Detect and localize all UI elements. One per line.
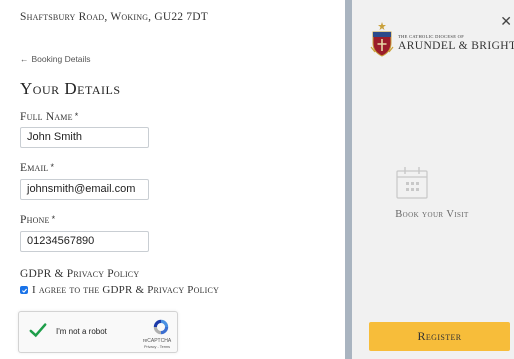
recaptcha-widget[interactable]: I'm not a robot reCAPTCHA Privacy - Term… <box>18 311 178 353</box>
phone-label: Phone * <box>20 214 56 226</box>
booking-summary-panel: ✕ THE CATHOLIC DIOCESE OF ARUNDEL & BRIG… <box>345 0 514 359</box>
required-marker: * <box>50 162 55 172</box>
full-name-label: Full Name * <box>20 111 79 123</box>
full-name-input[interactable]: John Smith <box>20 127 149 148</box>
logo-subtitle: THE CATHOLIC DIOCESE OF <box>398 34 465 39</box>
gdpr-consent-label: I agree to the GDPR & Privacy Policy <box>32 284 220 296</box>
panel-accent-bar <box>345 0 352 359</box>
required-marker: * <box>51 214 56 224</box>
recaptcha-brand: reCAPTCHA <box>142 338 172 344</box>
close-icon[interactable]: ✕ <box>500 14 512 28</box>
recaptcha-label: I'm not a robot <box>56 327 107 336</box>
phone-input[interactable]: 01234567890 <box>20 231 149 252</box>
back-link-label: Booking Details <box>31 54 91 64</box>
gdpr-heading: GDPR & Privacy Policy <box>20 268 140 280</box>
page-title: Your Details <box>20 79 121 98</box>
email-label: Email * <box>20 162 55 174</box>
back-to-booking-details-link[interactable]: ← Booking Details <box>20 54 91 64</box>
email-input[interactable]: johnsmith@email.com <box>20 179 149 200</box>
gdpr-consent-checkbox[interactable]: I agree to the GDPR & Privacy Policy <box>20 284 219 296</box>
checkbox-checked-icon[interactable] <box>20 286 28 294</box>
logo-title: ARUNDEL & BRIGHTON <box>398 40 514 52</box>
recaptcha-privacy-terms-links[interactable]: Privacy - Terms <box>136 345 178 349</box>
venue-address: Shaftsbury Road, Woking, GU22 7DT <box>20 11 208 23</box>
arrow-left-icon: ← <box>20 54 29 64</box>
book-your-visit-label: Book your Visit <box>395 209 469 220</box>
recaptcha-logo-icon <box>153 319 169 335</box>
recaptcha-checkmark-icon[interactable] <box>29 321 47 339</box>
required-marker: * <box>74 111 79 121</box>
diocese-crest-logo <box>370 22 394 57</box>
calendar-icon <box>396 167 428 199</box>
register-button[interactable]: Register <box>369 322 510 351</box>
